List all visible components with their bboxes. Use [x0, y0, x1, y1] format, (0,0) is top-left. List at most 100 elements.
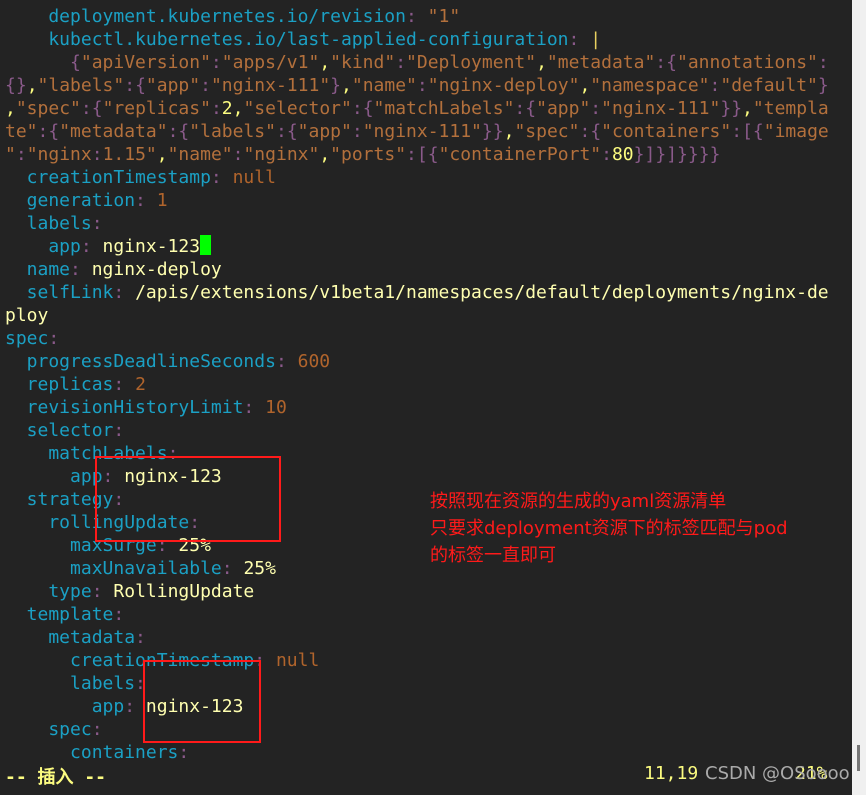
- yaml-key: maxUnavailable: [5, 558, 222, 579]
- code-line: generation: 1: [5, 189, 829, 212]
- code-line: {},"labels":{"app":"nginx-111"},"name":"…: [5, 74, 829, 97]
- json-text: 80: [611, 144, 634, 165]
- json-punct: :: [167, 121, 179, 142]
- code-line: te":{"metadata":{"labels":{"app":"nginx-…: [5, 120, 829, 143]
- json-text: "containers": [601, 121, 732, 142]
- code-line: labels:: [5, 212, 829, 235]
- json-punct: ]: [644, 144, 656, 165]
- yaml-colon: :: [113, 420, 125, 441]
- yaml-colon: :: [91, 213, 103, 234]
- json-punct: :: [514, 98, 526, 119]
- json-punct: :: [37, 121, 49, 142]
- json-text: "apiVersion": [80, 52, 211, 73]
- json-text: ": [5, 144, 16, 165]
- yaml-key: containers: [5, 742, 179, 763]
- json-comma: ,: [341, 75, 352, 96]
- code-line: replicas: 2: [5, 373, 829, 396]
- code-line: name: nginx-deploy: [5, 258, 829, 281]
- json-punct: ]: [666, 144, 678, 165]
- json-punct: :: [210, 98, 222, 119]
- json-comma: ,: [156, 144, 168, 165]
- yaml-key: kubectl.kubernetes.io/last-applied-confi…: [5, 29, 569, 50]
- json-text: "nginx": [243, 144, 320, 165]
- json-text: "metadata": [59, 121, 168, 142]
- json-text: "spec": [514, 121, 580, 142]
- yaml-key: selector: [5, 420, 114, 441]
- json-punct: }: [817, 75, 829, 96]
- yaml-key: generation: [5, 190, 136, 211]
- json-punct: :: [817, 52, 829, 73]
- vim-status-line: -- 插入 -- 11,19 21% CSDN @OSoooo: [0, 763, 852, 788]
- yaml-value: 25%: [243, 558, 276, 579]
- json-punct: :: [80, 98, 92, 119]
- json-comma: ,: [319, 52, 331, 73]
- json-text: "metadata": [546, 52, 656, 73]
- json-comma: ,: [319, 144, 331, 165]
- json-text: "matchLabels": [373, 98, 515, 119]
- json-text: "app": [536, 98, 591, 119]
- json-punct: :: [731, 121, 743, 142]
- json-punct: :: [210, 52, 222, 73]
- yaml-value: 1: [156, 190, 168, 211]
- annotation-note: 按照现在资源的生成的yaml资源清单 只要求deployment资源下的标签匹配…: [430, 488, 788, 569]
- json-punct: :: [200, 75, 211, 96]
- code-line: containers:: [5, 741, 829, 764]
- yaml-colon: :: [275, 351, 287, 372]
- vim-editor[interactable]: deployment.kubernetes.io/revision: "1" k…: [5, 5, 829, 764]
- code-line: ":"nginx:1.15","name":"nginx","ports":[{…: [5, 143, 829, 166]
- json-text: 2: [221, 98, 233, 119]
- json-text: "labels": [189, 121, 276, 142]
- json-text: "apps/v1": [221, 52, 320, 73]
- scrollbar-thumb[interactable]: [857, 745, 860, 771]
- yaml-colon: :: [568, 29, 580, 50]
- json-punct: }: [481, 121, 493, 142]
- yaml-value: "1": [427, 6, 461, 27]
- json-punct: }: [492, 121, 504, 142]
- json-text: "name": [167, 144, 233, 165]
- yaml-key: type: [5, 581, 92, 602]
- json-comma: ,: [26, 75, 38, 96]
- yaml-colon: :: [70, 259, 81, 280]
- json-punct: {: [70, 52, 81, 73]
- code-line: revisionHistoryLimit: 10: [5, 396, 829, 419]
- json-punct: :: [351, 121, 363, 142]
- code-line: app: nginx-123: [5, 235, 829, 258]
- json-punct: {: [427, 144, 439, 165]
- code-line: spec:: [5, 718, 829, 741]
- code-line: ,"spec":{"replicas":2,"selector":{"match…: [5, 97, 829, 120]
- json-comma: ,: [503, 121, 515, 142]
- yaml-value: |: [590, 29, 602, 50]
- json-text: "app": [145, 75, 201, 96]
- json-punct: }: [709, 144, 721, 165]
- json-text: "kind": [330, 52, 396, 73]
- json-punct: :: [416, 75, 428, 96]
- yaml-value: ploy: [5, 305, 49, 326]
- json-punct: {: [5, 75, 16, 96]
- json-text: "default": [720, 75, 818, 96]
- annotation-line: 按照现在资源的生成的yaml资源清单: [430, 491, 727, 512]
- json-text: "ports": [330, 144, 407, 165]
- code-line: {"apiVersion":"apps/v1","kind":"Deployme…: [5, 51, 829, 74]
- code-line: spec:: [5, 327, 829, 350]
- yaml-value: 2: [135, 374, 146, 395]
- json-text: "selector": [243, 98, 352, 119]
- json-comma: ,: [742, 98, 753, 119]
- yaml-colon: :: [221, 558, 233, 579]
- text-cursor: [200, 235, 212, 255]
- yaml-key: metadata: [5, 627, 136, 648]
- json-comma: ,: [5, 98, 16, 119]
- yaml-colon: :: [113, 282, 125, 303]
- json-text: "labels": [37, 75, 125, 96]
- json-punct: :: [655, 52, 667, 73]
- yaml-value: RollingUpdate: [113, 581, 255, 602]
- yaml-value: null: [275, 650, 320, 671]
- json-punct: :: [709, 75, 721, 96]
- json-punct: }: [687, 144, 699, 165]
- code-line: metadata:: [5, 626, 829, 649]
- yaml-value: nginx-deploy: [91, 259, 222, 280]
- json-punct: }: [330, 75, 342, 96]
- json-text: "app": [297, 121, 352, 142]
- yaml-colon: :: [135, 190, 146, 211]
- scrollbar[interactable]: [852, 0, 866, 795]
- code-line: deployment.kubernetes.io/revision: "1": [5, 5, 829, 28]
